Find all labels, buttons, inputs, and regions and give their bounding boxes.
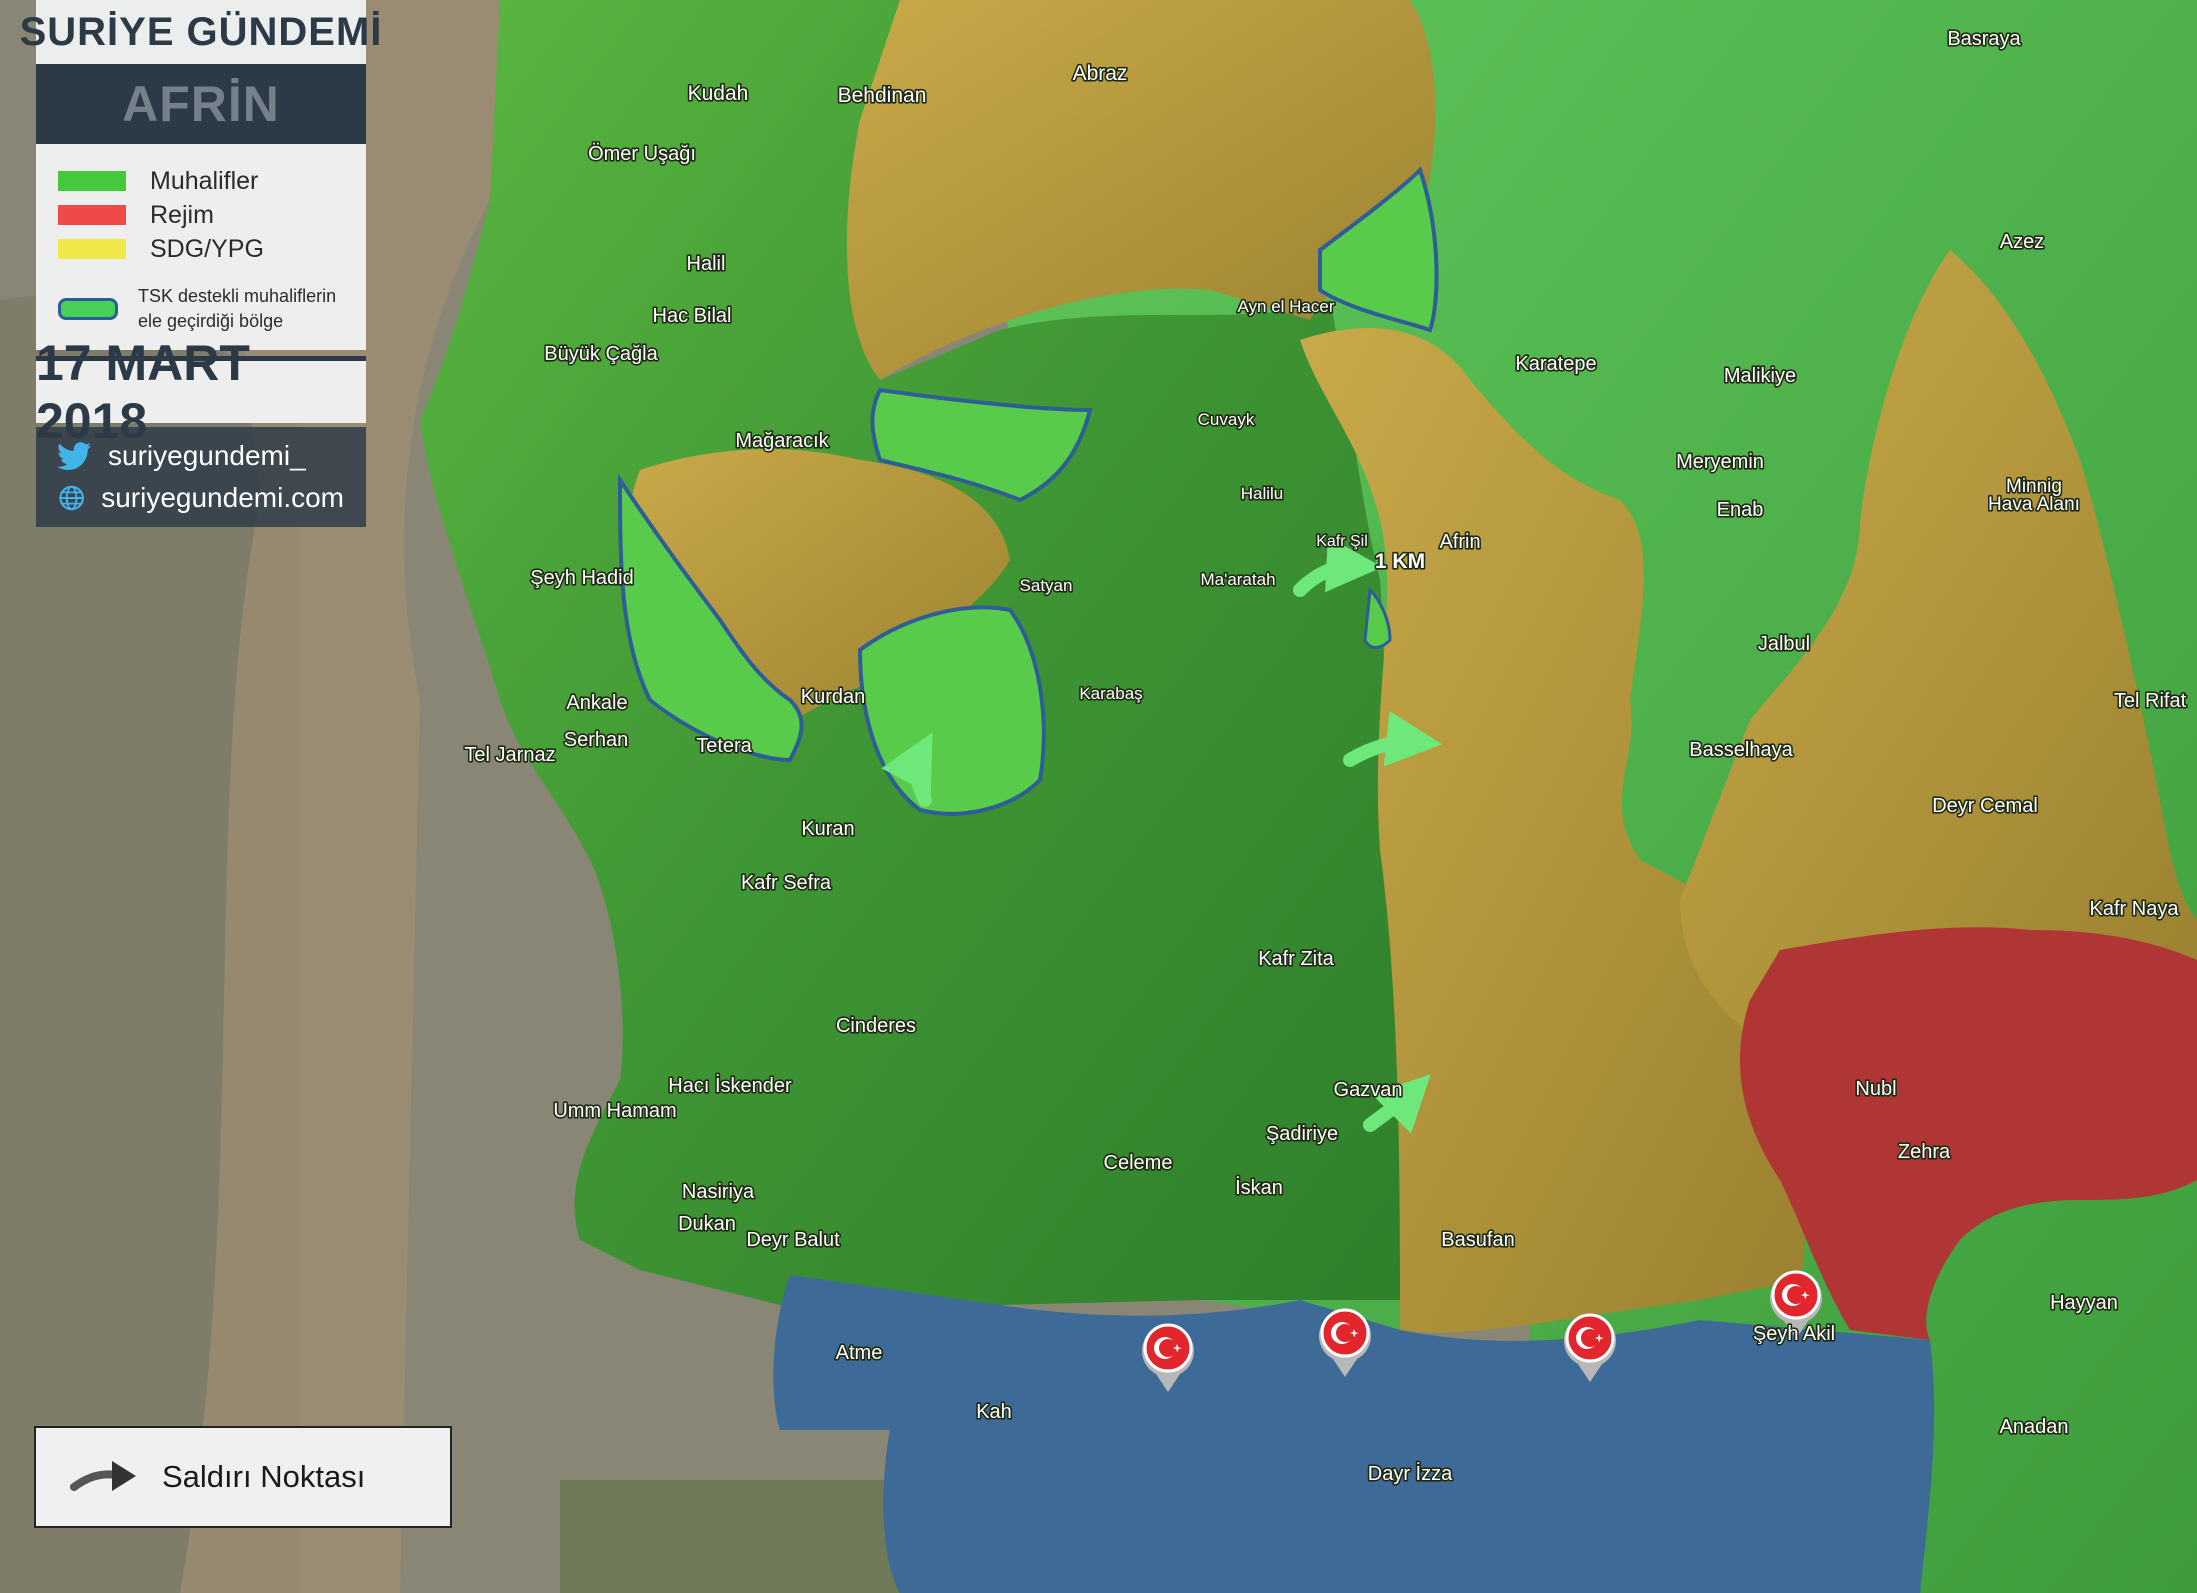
- attack-point-legend: Saldırı Noktası: [34, 1426, 452, 1528]
- twitter-handle: suriyegundemi_: [108, 440, 306, 471]
- place-label: Karatepe: [1515, 353, 1596, 375]
- distance-label: 1 KM: [1375, 550, 1425, 573]
- place-label: Cinderes: [836, 1015, 916, 1037]
- place-label: Meryemin: [1676, 451, 1764, 473]
- legend-item-regime: Rejim: [58, 198, 366, 232]
- place-label: Büyük Çağla: [544, 343, 658, 365]
- place-label: Celeme: [1104, 1152, 1173, 1174]
- place-label: Enab: [1717, 499, 1764, 521]
- brand-word-1: SURİYE: [19, 9, 175, 54]
- attack-arrow-kurdan: [881, 732, 933, 807]
- brand-bar: SURİYE GÜNDEMİ: [20, 0, 381, 64]
- place-label: Deyr Balut: [746, 1229, 840, 1251]
- legend-swatch-tsk: [58, 298, 118, 320]
- region-title: AFRİN: [122, 76, 280, 132]
- place-label: Kafr Sefra: [741, 872, 832, 894]
- place-label: Basraya: [1947, 28, 2021, 50]
- place-label: Halil: [687, 253, 726, 275]
- place-label: Kafr Zita: [1258, 948, 1334, 970]
- place-label: Deyr Cemal: [1932, 795, 2038, 817]
- place-label: Basselhaya: [1689, 739, 1793, 761]
- place-label: Jalbul: [1758, 633, 1810, 655]
- place-label: Serhan: [564, 729, 629, 751]
- place-label: Hava Alanı: [1988, 494, 2080, 515]
- place-label: Halilu: [1241, 484, 1284, 503]
- legend-swatch: [58, 205, 126, 225]
- legend-item-sdg: SDG/YPG: [58, 232, 366, 266]
- website-link[interactable]: suriyegundemi.com: [58, 477, 344, 519]
- place-label: Şadiriye: [1266, 1123, 1338, 1145]
- legend-tsk-line1: TSK destekli muhaliflerin: [138, 286, 337, 306]
- place-label: Ömer Uşağı: [588, 143, 696, 165]
- place-label: Şeyh Hadid: [530, 567, 633, 589]
- place-label: Hac Bilal: [653, 305, 732, 327]
- place-label: Kafr Şil: [1316, 533, 1368, 550]
- place-label: Hacı İskender: [668, 1074, 792, 1097]
- place-label: Hayyan: [2050, 1292, 2118, 1314]
- place-label: Atme: [836, 1342, 883, 1364]
- legend: Muhalifler Rejim SDG/YPG TSK destekli mu…: [36, 144, 366, 350]
- place-label: Kuran: [801, 818, 854, 840]
- place-label: Satyan: [1020, 576, 1073, 595]
- website-url: suriyegundemi.com: [101, 482, 344, 513]
- legend-label: Rejim: [150, 200, 214, 229]
- brand-word-2: GÜNDEMİ: [186, 9, 383, 54]
- legend-swatch: [58, 239, 126, 259]
- twitter-icon: [58, 442, 91, 470]
- place-label: Behdinan: [838, 84, 927, 107]
- place-label: Kudah: [688, 82, 749, 105]
- place-label: Zehra: [1898, 1141, 1951, 1163]
- place-label: Kafr Naya: [2090, 898, 2180, 920]
- place-label: Azez: [2000, 231, 2044, 253]
- place-label: Tel Rifat: [2114, 690, 2187, 712]
- place-label: İskan: [1235, 1176, 1283, 1199]
- place-label: Mağaracık: [735, 430, 829, 452]
- place-label: Malikiye: [1724, 365, 1796, 387]
- place-label: Afrin: [1439, 531, 1480, 553]
- place-label: Karabaş: [1079, 684, 1142, 703]
- place-label: Ayn el Hacer: [1237, 297, 1334, 316]
- legend-tsk-text: TSK destekli muhaliflerin ele geçirdiği …: [138, 284, 336, 334]
- legend-label: SDG/YPG: [150, 234, 264, 263]
- place-label: Dayr İzza: [1368, 1462, 1453, 1485]
- map-date: 17 MART 2018: [36, 335, 250, 449]
- place-label: Basufan: [1441, 1229, 1514, 1251]
- attack-point-label: Saldırı Noktası: [162, 1459, 366, 1494]
- legend-swatch: [58, 171, 126, 191]
- place-label: Anadan: [2000, 1416, 2069, 1438]
- place-label: Nubl: [1855, 1078, 1896, 1100]
- place-label: Tel Jarnaz: [464, 744, 555, 766]
- place-label: Ankale: [566, 692, 627, 714]
- date-bar: 17 MART 2018: [36, 335, 366, 449]
- legend-item-opposition: Muhalifler: [58, 164, 366, 198]
- map-stage: 1 KM Kudah Behdinan Abraz Basraya Ömer U…: [0, 0, 2197, 1593]
- place-label: Şeyh Akil: [1753, 1323, 1835, 1345]
- place-label: Cuvayk: [1198, 410, 1255, 429]
- place-label: Gazvan: [1334, 1079, 1403, 1101]
- place-label: Dukan: [678, 1213, 736, 1235]
- place-label: Ma'aratah: [1200, 570, 1275, 589]
- place-label: Umm Hamam: [553, 1100, 676, 1122]
- place-label: Kah: [976, 1401, 1012, 1423]
- place-label: Tetera: [696, 735, 752, 757]
- legend-label: Muhalifler: [150, 166, 259, 195]
- attack-arrow-icon: [70, 1461, 136, 1491]
- legend-tsk-line2: ele geçirdiği bölge: [138, 311, 284, 331]
- region-title-bar: AFRİN: [36, 64, 366, 144]
- place-label: Nasiriya: [682, 1181, 755, 1203]
- place-label: Kurdan: [801, 686, 866, 708]
- place-label: Abraz: [1073, 62, 1128, 85]
- legend-item-tsk: TSK destekli muhaliflerin ele geçirdiği …: [58, 284, 366, 334]
- header-panel: SURİYE GÜNDEMİ AFRİN Muhalifler Rejim SD…: [20, 0, 381, 527]
- globe-icon: [59, 485, 84, 511]
